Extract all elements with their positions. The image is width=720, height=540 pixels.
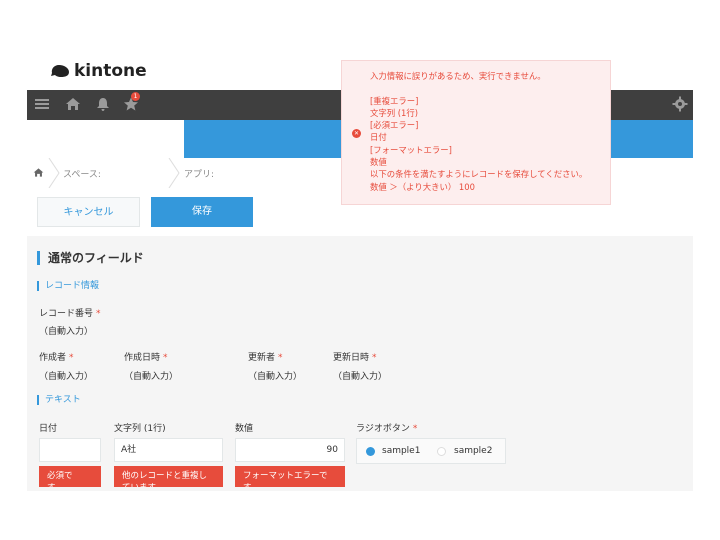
menu-icon[interactable] (33, 96, 51, 114)
radio-label: ラジオボタン * (356, 421, 417, 434)
error-message: 入力情報に誤りがあるため、実行できません。 [重複エラー] 文字列 (1行) [必須… (370, 70, 587, 193)
text-field-label: 文字列 (1行) (114, 424, 166, 434)
cancel-button[interactable]: キャンセル (37, 197, 140, 227)
required-mark: * (412, 424, 418, 434)
star-icon[interactable] (122, 96, 140, 114)
modified-at-label: 更新日時 * (333, 350, 377, 363)
error-line: 入力情報に誤りがあるため、実行できません。 (370, 71, 546, 81)
breadcrumb-home-icon[interactable] (33, 167, 44, 181)
text-field-error: 他のレコードと重複し ています。 (114, 466, 223, 487)
error-line: [フォーマットエラー] (370, 144, 452, 155)
kintone-logo[interactable]: kintone (50, 61, 147, 81)
created-at-label: 作成日時 * (124, 350, 168, 363)
date-field[interactable] (39, 438, 101, 462)
group-title-text: テキスト (37, 395, 81, 405)
breadcrumb-separator-icon (168, 158, 180, 188)
modified-at-label-text: 更新日時 (333, 353, 370, 363)
gear-icon[interactable] (671, 96, 689, 114)
radio-sample1[interactable] (366, 447, 375, 456)
error-icon: ✕ (352, 129, 361, 138)
creator-label: 作成者 * (39, 350, 74, 363)
record-number-label-text: レコード番号 (39, 309, 94, 319)
error-line: 数値 (370, 157, 387, 168)
breadcrumb-app[interactable]: アプリ: (184, 167, 214, 180)
created-at-value: （自動入力） (124, 372, 179, 382)
section-title: 通常のフィールド (37, 251, 144, 265)
required-mark: * (96, 309, 101, 319)
number-field-error: フォーマットエラーで す。 (235, 466, 345, 487)
record-number-value: （自動入力） (39, 327, 94, 337)
error-line: [必須エラー] (370, 120, 419, 131)
error-popup: ✕ 入力情報に誤りがあるため、実行できません。 [重複エラー] 文字列 (1行) [… (341, 60, 611, 205)
kintone-cat-icon (51, 65, 69, 77)
modifier-label: 更新者 * (248, 350, 283, 363)
breadcrumb-separator-icon (48, 158, 60, 188)
number-field[interactable]: 90 (235, 438, 345, 462)
error-line (370, 82, 587, 94)
logo-text: kintone (74, 61, 147, 81)
error-line: 以下の条件を満たすようにレコードを保存してください。 (370, 169, 588, 180)
radio-sample2[interactable] (437, 447, 446, 456)
date-error: 必須で す。 (39, 466, 101, 487)
text-field[interactable]: A社 (114, 438, 223, 462)
required-mark: * (69, 353, 74, 363)
record-number-label: レコード番号 * (39, 306, 101, 319)
error-line: 数値 ＞（より大きい） 100 (370, 181, 475, 192)
error-line: [重複エラー] (370, 95, 419, 106)
home-icon[interactable] (64, 96, 82, 114)
modified-at-value: （自動入力） (333, 372, 388, 382)
radio-sample1-label[interactable]: sample1 (382, 446, 420, 456)
save-button[interactable]: 保存 (151, 197, 253, 227)
radio-group: sample1 sample2 (356, 438, 506, 464)
required-mark: * (372, 353, 377, 363)
date-label: 日付 (39, 424, 58, 434)
required-mark: * (163, 353, 168, 363)
radio-label-text: ラジオボタン (356, 424, 410, 434)
modifier-value: （自動入力） (248, 372, 303, 382)
creator-value: （自動入力） (39, 372, 94, 382)
group-title-record-info: レコード情報 (37, 281, 99, 291)
required-mark: * (278, 353, 283, 363)
number-field-label: 数値 (235, 424, 254, 434)
creator-label-text: 作成者 (39, 353, 67, 363)
breadcrumb-space[interactable]: スペース: (63, 167, 101, 180)
error-line: 文字列 (1行) (370, 107, 419, 118)
modifier-label-text: 更新者 (248, 353, 276, 363)
created-at-label-text: 作成日時 (124, 353, 161, 363)
error-line: 日付 (370, 132, 387, 143)
radio-sample2-label[interactable]: sample2 (454, 446, 492, 456)
bell-icon[interactable] (94, 96, 112, 114)
